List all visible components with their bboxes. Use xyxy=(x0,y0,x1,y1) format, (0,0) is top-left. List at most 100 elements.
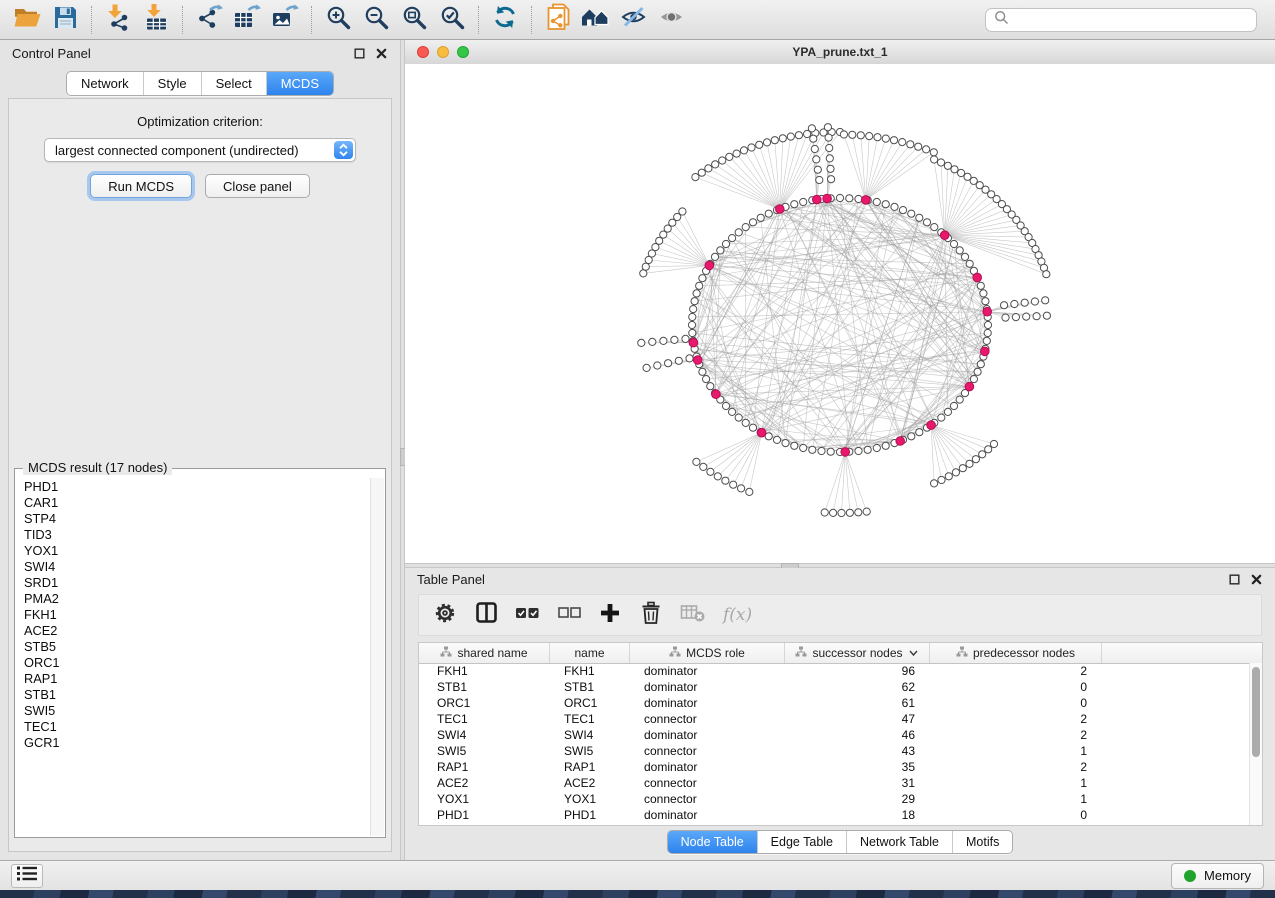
result-node-item[interactable]: RAP1 xyxy=(24,671,369,687)
column-header-name[interactable]: name xyxy=(550,643,630,663)
delete-table-icon xyxy=(680,602,706,629)
search-input[interactable] xyxy=(1015,11,1248,28)
shared-column-icon xyxy=(956,646,968,661)
column-header-mcds-role[interactable]: MCDS role xyxy=(630,643,785,663)
zoom-fit-button[interactable] xyxy=(395,4,433,36)
shared-column-icon xyxy=(669,646,681,661)
import-network-button[interactable] xyxy=(99,4,137,36)
table-row[interactable]: SWI4SWI4dominator462 xyxy=(419,727,1249,743)
table-scrollbar[interactable] xyxy=(1249,663,1262,825)
table-row[interactable]: SWI5SWI5connector431 xyxy=(419,743,1249,759)
memory-button[interactable]: Memory xyxy=(1171,863,1264,889)
tab-style[interactable]: Style xyxy=(143,72,201,95)
column-header-shared-name[interactable]: shared name xyxy=(419,643,550,663)
table-cell: TEC1 xyxy=(419,712,550,726)
hide-selected-button[interactable] xyxy=(615,4,653,36)
table-cell: 2 xyxy=(930,664,1102,678)
criterion-dropdown[interactable]: largest connected component (undirected) xyxy=(44,138,356,162)
table-panel-title: Table Panel xyxy=(417,572,485,587)
delete-button[interactable] xyxy=(639,602,663,628)
float-window-icon[interactable] xyxy=(1228,573,1241,586)
result-node-item[interactable]: SWI5 xyxy=(24,703,369,719)
result-list-scrollbar[interactable] xyxy=(370,478,384,836)
criterion-dropdown-value: largest connected component (undirected) xyxy=(55,143,299,158)
column-header-predecessor-nodes[interactable]: predecessor nodes xyxy=(930,643,1102,663)
dropdown-stepper-icon[interactable] xyxy=(334,141,353,159)
close-window-icon[interactable] xyxy=(1250,573,1263,586)
network-canvas[interactable] xyxy=(405,64,1275,563)
deselect-all-button[interactable] xyxy=(557,602,581,628)
table-cell: STB1 xyxy=(550,680,630,694)
result-node-item[interactable]: GCR1 xyxy=(24,735,369,751)
add-button[interactable] xyxy=(598,602,622,628)
table-cell: PHD1 xyxy=(550,808,630,822)
open-file-button[interactable] xyxy=(8,4,46,36)
first-neighbors-button[interactable] xyxy=(577,4,615,36)
show-all-button[interactable] xyxy=(653,4,691,36)
result-node-item[interactable]: PMA2 xyxy=(24,591,369,607)
column-label: successor nodes xyxy=(812,646,902,660)
gear-button[interactable] xyxy=(433,602,457,628)
zoom-in-button[interactable] xyxy=(319,4,357,36)
network-titlebar: YPA_prune.txt_1 xyxy=(405,40,1275,65)
sort-desc-icon xyxy=(908,646,919,660)
close-panel-button[interactable]: Close panel xyxy=(205,174,310,198)
scrollbar-thumb[interactable] xyxy=(1252,667,1260,757)
zoom-out-button[interactable] xyxy=(357,4,395,36)
tab-select[interactable]: Select xyxy=(201,72,266,95)
table-cell: 2 xyxy=(930,728,1102,742)
tab-motifs[interactable]: Motifs xyxy=(952,831,1012,853)
table-cell: dominator xyxy=(630,696,785,710)
tab-node-table[interactable]: Node Table xyxy=(668,831,757,853)
column-header-successor-nodes[interactable]: successor nodes xyxy=(785,643,930,663)
run-mcds-button[interactable]: Run MCDS xyxy=(90,174,192,198)
result-node-item[interactable]: CAR1 xyxy=(24,495,369,511)
save-session-button[interactable] xyxy=(46,4,84,36)
result-node-item[interactable]: STB5 xyxy=(24,639,369,655)
table-row[interactable]: FKH1FKH1dominator962 xyxy=(419,663,1249,679)
float-window-icon[interactable] xyxy=(353,47,366,60)
result-node-item[interactable]: FKH1 xyxy=(24,607,369,623)
table-row[interactable]: RAP1RAP1dominator352 xyxy=(419,759,1249,775)
table-cell: 46 xyxy=(785,728,930,742)
result-node-item[interactable]: TID3 xyxy=(24,527,369,543)
tab-network[interactable]: Network xyxy=(67,72,143,95)
result-node-item[interactable]: STB1 xyxy=(24,687,369,703)
table-cell: 1 xyxy=(930,744,1102,758)
control-panel-tabs: NetworkStyleSelectMCDS xyxy=(0,71,400,96)
zoom-selected-button[interactable] xyxy=(433,4,471,36)
import-table-button[interactable] xyxy=(137,4,175,36)
memory-status-icon xyxy=(1184,870,1196,882)
memory-label: Memory xyxy=(1204,868,1251,883)
result-node-item[interactable]: TEC1 xyxy=(24,719,369,735)
export-image-button[interactable] xyxy=(266,4,304,36)
table-row[interactable]: STB1STB1dominator620 xyxy=(419,679,1249,695)
result-node-item[interactable]: SRD1 xyxy=(24,575,369,591)
table-row[interactable]: ORC1ORC1dominator610 xyxy=(419,695,1249,711)
table-row[interactable]: YOX1YOX1connector291 xyxy=(419,791,1249,807)
search-box[interactable] xyxy=(985,8,1257,32)
refresh-button[interactable] xyxy=(486,4,524,36)
mcds-result-list[interactable]: PHD1CAR1STP4TID3YOX1SWI4SRD1PMA2FKH1ACE2… xyxy=(17,479,369,835)
tab-edge-table[interactable]: Edge Table xyxy=(757,831,846,853)
tab-network-table[interactable]: Network Table xyxy=(846,831,952,853)
task-history-button[interactable] xyxy=(11,864,43,888)
result-node-item[interactable]: ACE2 xyxy=(24,623,369,639)
export-network-button[interactable] xyxy=(190,4,228,36)
table-row[interactable]: TEC1TEC1connector472 xyxy=(419,711,1249,727)
close-window-icon[interactable] xyxy=(375,47,388,60)
network-visualization[interactable] xyxy=(405,64,1275,563)
result-node-item[interactable]: YOX1 xyxy=(24,543,369,559)
clone-network-button[interactable] xyxy=(539,4,577,36)
result-node-item[interactable]: PHD1 xyxy=(24,479,369,495)
export-table-button[interactable] xyxy=(228,4,266,36)
result-node-item[interactable]: SWI4 xyxy=(24,559,369,575)
select-all-button[interactable] xyxy=(515,602,540,628)
result-node-item[interactable]: ORC1 xyxy=(24,655,369,671)
columns-button[interactable] xyxy=(474,602,498,628)
table-row[interactable]: ACE2ACE2connector311 xyxy=(419,775,1249,791)
tab-mcds[interactable]: MCDS xyxy=(266,72,333,95)
table-row[interactable]: PHD1PHD1dominator180 xyxy=(419,807,1249,823)
column-header-filler xyxy=(1102,643,1262,663)
result-node-item[interactable]: STP4 xyxy=(24,511,369,527)
